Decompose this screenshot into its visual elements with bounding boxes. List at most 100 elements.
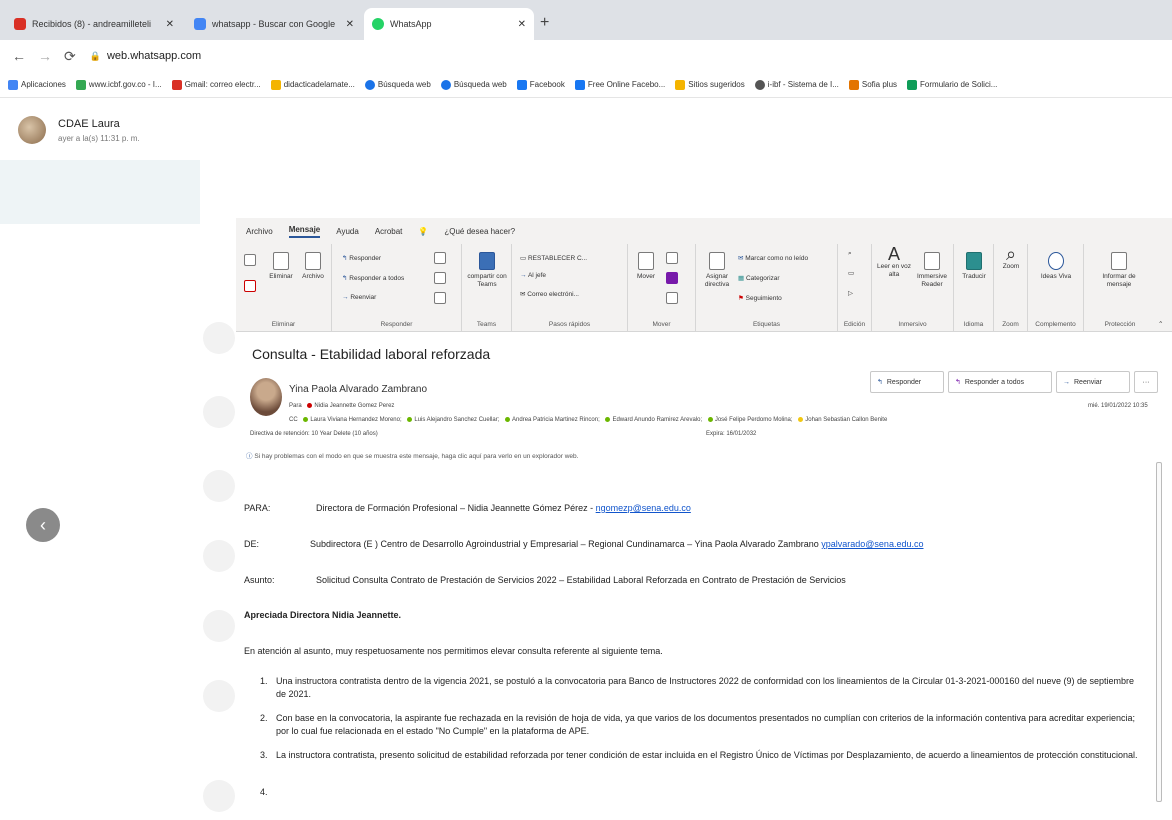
bookmark-item[interactable]: didacticadelamate...: [270, 79, 355, 90]
archive-button[interactable]: Archivo: [298, 252, 328, 281]
flag-icon: ⚑: [738, 295, 746, 302]
scrollbar[interactable]: [1156, 462, 1162, 802]
bookmark-item[interactable]: Facebook: [516, 79, 565, 90]
book-icon: [924, 252, 940, 270]
forward-button[interactable]: → Reenviar: [342, 294, 376, 301]
tab-whatsapp[interactable]: WhatsApp ✕: [364, 8, 534, 40]
related-icon[interactable]: ▭: [848, 270, 854, 278]
list-item: 3. La instructora contratista, presento s…: [260, 750, 1138, 760]
bookmark-item[interactable]: Free Online Facebo...: [574, 79, 665, 90]
rules-icon[interactable]: [666, 252, 678, 267]
onenote-icon[interactable]: [666, 272, 678, 287]
group-label: Complemento: [1035, 321, 1076, 328]
url-field[interactable]: 🔒 web.whatsapp.com: [90, 50, 201, 62]
forward-arrow-icon[interactable]: →: [38, 48, 52, 64]
email-link[interactable]: ypalvarado@sena.edu.co: [821, 539, 923, 549]
reply-all-button[interactable]: ↰ Responder a todos: [342, 274, 404, 282]
bookmark-item[interactable]: i-ibf - Sistema de I...: [754, 79, 839, 90]
bookmark-item[interactable]: Formulario de Solici...: [907, 79, 997, 90]
assign-policy-button[interactable]: Asignar directiva: [700, 252, 734, 289]
im-icon[interactable]: [434, 272, 446, 287]
close-icon[interactable]: ✕: [338, 19, 354, 30]
reply-button[interactable]: ↰ Responder: [870, 371, 944, 393]
globe-icon: [754, 79, 765, 90]
teams-icon: [479, 252, 495, 270]
google-icon: [75, 79, 86, 90]
close-icon[interactable]: ✕: [158, 19, 174, 30]
ghost-avatar: [203, 540, 235, 572]
email-link[interactable]: ngomezp@sena.edu.co: [596, 503, 691, 513]
group-label: Inmersivo: [898, 321, 927, 328]
immersive-reader-button[interactable]: Immersive Reader: [914, 252, 950, 289]
policy-icon: [709, 252, 725, 270]
more-actions-button[interactable]: ···: [1134, 371, 1158, 393]
group-pasos-rapidos: ▭ RESTABLECER C... → Al jefe ✉ Correo el…: [512, 244, 628, 332]
tab-google[interactable]: whatsapp - Buscar con Google ✕: [186, 8, 362, 40]
url-text: web.whatsapp.com: [106, 50, 202, 62]
categorize-button[interactable]: ▦ Categorizar: [738, 274, 780, 282]
bookmark-item[interactable]: www.icbf.gov.co - I...: [75, 79, 162, 90]
bookmark-icon: [270, 79, 281, 90]
menu-archivo[interactable]: Archivo: [246, 227, 273, 236]
actions-icon[interactable]: [666, 292, 678, 307]
bookmark-item[interactable]: Búsqueda web: [364, 79, 431, 90]
menu-search[interactable]: ¿Qué desea hacer?: [444, 227, 515, 236]
bookmark-item[interactable]: Gmail: correo electr...: [171, 79, 261, 90]
bookmark-item[interactable]: Búsqueda web: [440, 79, 507, 90]
group-label: Responder: [380, 321, 413, 328]
info-bar[interactable]: ⓘ Si hay problemas con el modo en que se…: [246, 450, 578, 460]
junk-icon[interactable]: [244, 280, 256, 295]
intro-paragraph: En atención al asunto, muy respetuosamen…: [244, 646, 663, 656]
de-label: DE:: [244, 539, 260, 549]
more-respond-icon[interactable]: [434, 292, 446, 307]
reply-button[interactable]: ↰ Responder: [342, 254, 381, 262]
forward-button[interactable]: → Reenviar: [1056, 371, 1130, 393]
new-tab-button[interactable]: +: [540, 14, 549, 32]
meeting-icon[interactable]: [434, 252, 446, 267]
viewer-header: [0, 98, 1172, 160]
retention-policy: Directiva de retención: 10 Year Delete (…: [250, 431, 378, 437]
bookmark-item[interactable]: Sitios sugeridos: [675, 79, 745, 90]
browser-tab-bar: Recibidos (8) - andreamilleteli ✕ whatsa…: [0, 0, 1172, 40]
ignore-icon[interactable]: [244, 254, 256, 269]
tab-gmail[interactable]: Recibidos (8) - andreamilleteli ✕: [6, 8, 182, 40]
reply-all-button[interactable]: ↰ Responder a todos: [948, 371, 1052, 393]
quickstep-icon: ▭: [520, 255, 528, 262]
para-label: PARA:: [244, 503, 271, 513]
asunto-label: Asunto:: [244, 575, 275, 585]
menu-ayuda[interactable]: Ayuda: [336, 227, 359, 236]
gmail-icon: [14, 18, 26, 30]
para-value: Directora de Formación Profesional – Nid…: [316, 503, 691, 513]
viva-insights-button[interactable]: Ideas Viva: [1038, 252, 1074, 281]
quickstep-email[interactable]: ✉ Correo electróni...: [520, 290, 579, 298]
zoom-button[interactable]: ⌕ Zoom: [998, 245, 1024, 271]
facebook-icon: [574, 79, 585, 90]
menu-acrobat[interactable]: Acrobat: [375, 227, 403, 236]
delete-button[interactable]: Eliminar: [266, 252, 296, 281]
quickstep-boss[interactable]: → Al jefe: [520, 272, 546, 279]
menu-mensaje[interactable]: Mensaje: [288, 225, 321, 238]
bookmark-item[interactable]: Aplicaciones: [8, 79, 66, 90]
followup-button[interactable]: ⚑ Seguimiento: [738, 294, 782, 302]
reply-icon: ↰: [877, 379, 883, 386]
share-teams-button[interactable]: compartir con Teams: [467, 252, 507, 289]
translate-button[interactable]: Traducir: [958, 252, 990, 281]
reload-icon[interactable]: ⟳: [64, 48, 76, 65]
close-icon[interactable]: ✕: [510, 19, 526, 30]
bookmark-item[interactable]: Sofia plus: [848, 79, 897, 90]
folder-icon: [638, 252, 654, 270]
read-aloud-icon: A: [887, 244, 900, 264]
quickstep-reset[interactable]: ▭ RESTABLECER C...: [520, 254, 587, 262]
avatar[interactable]: [18, 116, 46, 144]
reply-all-icon: ↰: [955, 379, 961, 386]
back-arrow-icon[interactable]: ←: [12, 48, 26, 64]
report-message-button[interactable]: Informar de mensaje: [1092, 252, 1146, 289]
search-icon[interactable]: ⌕: [848, 250, 852, 258]
mark-unread-button[interactable]: ✉ Marcar como no leído: [738, 254, 808, 262]
select-icon[interactable]: ▷: [848, 290, 853, 298]
read-aloud-button[interactable]: A Leer en voz alta: [876, 245, 912, 279]
group-mover: Mover Mover: [628, 244, 696, 332]
move-button[interactable]: Mover: [632, 252, 660, 281]
collapse-ribbon-icon[interactable]: ⌃: [1158, 320, 1163, 328]
previous-media-button[interactable]: ‹: [26, 508, 60, 542]
